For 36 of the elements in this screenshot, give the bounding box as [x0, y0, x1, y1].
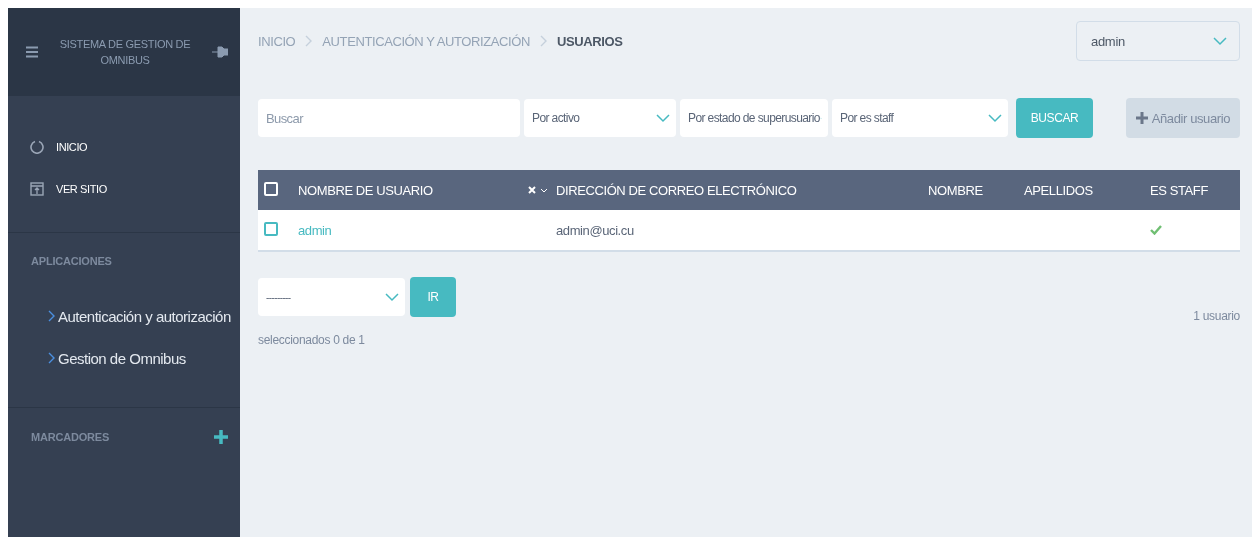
app-link[interactable]: Gestion de Omnibus [58, 349, 186, 367]
menu-icon[interactable] [26, 46, 38, 58]
section-heading: MARCADORES [31, 431, 110, 443]
app-link[interactable]: Autenticación y autorización [58, 307, 231, 325]
chevron-icon [48, 310, 55, 322]
table-cell: admin@uci.cu [556, 222, 634, 238]
selection-counter: seleccionados 0 de 1 [258, 333, 366, 347]
app-title: SISTEMA DE GESTION DE OMNIBUS [58, 37, 192, 68]
filter-dropdown[interactable]: Por activo [524, 99, 676, 137]
action-dropdown[interactable]: --------- [258, 278, 405, 316]
chevron-icon [48, 352, 55, 364]
select-all-checkbox[interactable] [264, 181, 278, 196]
nav-item[interactable]: INICIO [8, 126, 240, 168]
upload-icon [30, 182, 44, 196]
filter-dropdown[interactable]: Por estado de superusuario [680, 99, 828, 137]
column-header[interactable]: ES STAFF [1149, 170, 1240, 210]
user-dropdown[interactable]: admin [1076, 21, 1240, 61]
nav-label[interactable]: INICIO [56, 141, 88, 153]
search-field[interactable]: Buscar [258, 99, 520, 137]
column-header[interactable]: APELLIDOS [1023, 170, 1149, 210]
close-icon[interactable] [528, 186, 536, 194]
filter-dropdown[interactable]: Por es staff [832, 99, 1008, 137]
nav-item[interactable]: VER SITIO [8, 168, 240, 210]
plus-icon [1135, 112, 1148, 124]
column-header[interactable]: DIRECCIÓN DE CORREO ELECTRÓNICO [555, 170, 927, 210]
breadcrumb: USUARIOS [557, 33, 623, 49]
section-heading: APLICACIONES [31, 255, 112, 267]
plus-icon[interactable] [214, 430, 228, 444]
chevron-icon [305, 35, 313, 47]
nav-label[interactable]: VER SITIO [56, 183, 107, 195]
column-header[interactable]: NOMBRE [927, 170, 1023, 210]
chevron-icon [540, 35, 547, 47]
result-count: 1 usuario [1193, 309, 1240, 323]
pin-icon[interactable] [212, 46, 228, 58]
row-checkbox[interactable] [264, 221, 278, 236]
column-header[interactable]: NOMBRE DE USUARIO [297, 170, 509, 210]
